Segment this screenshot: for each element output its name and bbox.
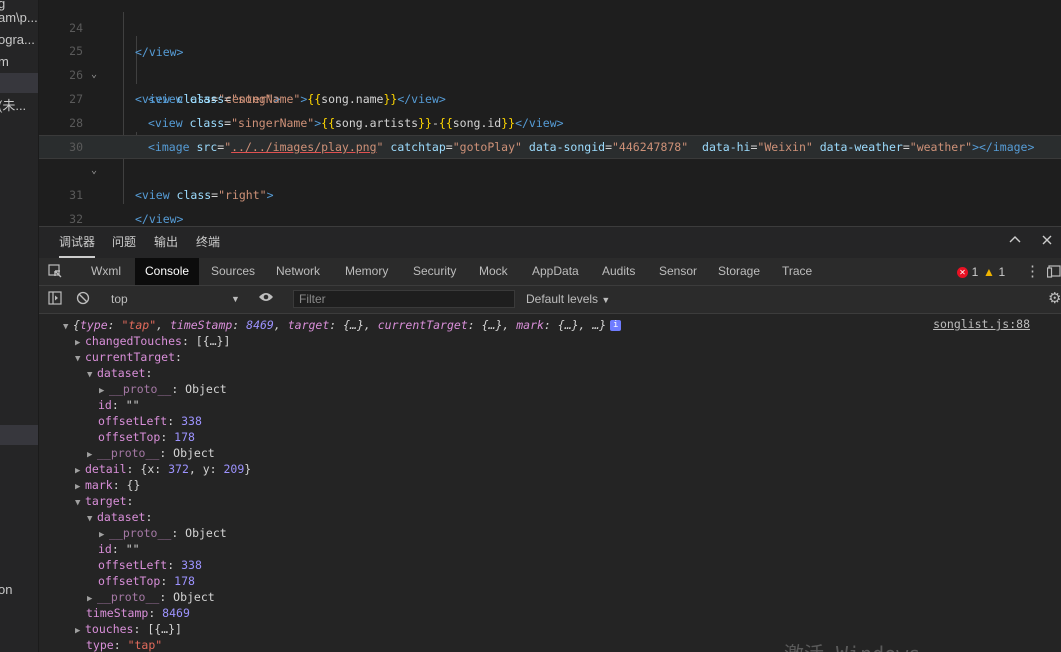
clear-console-icon[interactable] bbox=[76, 291, 90, 307]
code-line: 27 <view class="singerName">{{song.artis… bbox=[69, 92, 564, 130]
more-options-icon[interactable]: ⋮ bbox=[1025, 264, 1040, 280]
tree-row: offsetLeft: 338 bbox=[98, 558, 202, 572]
error-count[interactable]: ✕ 1 bbox=[957, 264, 978, 280]
tree-row: offsetTop: 178 bbox=[98, 574, 195, 588]
file-item[interactable]: (未... bbox=[0, 96, 38, 116]
tab-network[interactable]: Network bbox=[266, 258, 330, 285]
tree-row[interactable]: ▼ currentTarget: bbox=[75, 349, 182, 365]
file-item-selected[interactable]: l bbox=[0, 425, 38, 445]
tab-security[interactable]: Security bbox=[403, 258, 466, 285]
tree-row[interactable]: ▶ __proto__: Object bbox=[99, 381, 227, 397]
eye-icon[interactable] bbox=[258, 291, 274, 307]
console-toolbar: top ▼ Default levels ▼ ⚙ bbox=[39, 286, 1061, 314]
expanded-triangle-icon[interactable]: ▼ bbox=[63, 319, 73, 335]
tab-output[interactable]: 输出 bbox=[154, 227, 178, 258]
file-item[interactable]: m bbox=[0, 52, 38, 72]
windows-activation-watermark: 激活 Windows bbox=[784, 638, 920, 652]
code-line: 29 ⌄ <view class="right"> bbox=[39, 111, 1061, 202]
tree-row: type: "tap" bbox=[86, 638, 163, 652]
context-value: top bbox=[111, 292, 128, 306]
tab-appdata[interactable]: AppData bbox=[522, 258, 589, 285]
error-icon: ✕ bbox=[957, 267, 968, 279]
file-explorer-panel: g am\p... ogra... m (未... l on bbox=[0, 0, 39, 652]
tab-memory[interactable]: Memory bbox=[335, 258, 398, 285]
file-item[interactable]: am\p... bbox=[0, 8, 38, 28]
code-line-active: 30 <image src="../../images/play.png" ca… bbox=[39, 135, 1061, 159]
warning-icon: ▲ bbox=[983, 265, 995, 279]
tree-row[interactable]: ▶ detail: {x: 372, y: 209} bbox=[75, 461, 251, 477]
tab-storage[interactable]: Storage bbox=[708, 258, 770, 285]
info-icon[interactable]: i bbox=[610, 320, 622, 331]
tab-problems[interactable]: 问题 bbox=[112, 227, 136, 258]
tree-row[interactable]: ▶ __proto__: Object bbox=[99, 525, 227, 541]
tree-row: offsetTop: 178 bbox=[98, 430, 195, 444]
tree-row[interactable]: ▶ touches: [{…}] bbox=[75, 621, 182, 637]
tree-row[interactable]: ▶ __proto__: Object bbox=[87, 445, 215, 461]
debug-panel-tabs: 调试器 问题 输出 终端 bbox=[39, 226, 1061, 258]
tree-row: offsetLeft: 338 bbox=[98, 414, 202, 428]
sidebar-toggle-icon[interactable] bbox=[48, 291, 62, 307]
tree-row: id: "" bbox=[98, 542, 140, 556]
file-item[interactable]: ogra... bbox=[0, 30, 38, 50]
code-line: 28 </view> bbox=[69, 116, 183, 154]
devtools-tabs: Wxml Console Sources Network Memory Secu… bbox=[39, 258, 1061, 286]
code-line: 25 ⌄ <view class="center"> bbox=[69, 44, 281, 106]
tree-row[interactable]: ▼ dataset: bbox=[87, 509, 152, 525]
log-entry-event[interactable]: ▼ {type: "tap", timeStamp: 8469, target: … bbox=[63, 317, 622, 335]
log-levels-dropdown[interactable]: Default levels ▼ bbox=[526, 291, 610, 307]
code-line: 32 </view> bbox=[69, 212, 83, 226]
tree-row: timeStamp: 8469 bbox=[86, 606, 190, 620]
close-icon[interactable] bbox=[1039, 234, 1055, 250]
tab-terminal[interactable]: 终端 bbox=[196, 227, 220, 258]
dock-icon[interactable] bbox=[1046, 264, 1061, 280]
code-line: 31 </view> bbox=[69, 188, 184, 226]
console-output[interactable]: songlist.js:88 ▼ {type: "tap", timeStamp:… bbox=[39, 314, 1061, 652]
inspect-element-icon[interactable] bbox=[48, 264, 62, 280]
log-levels-value: Default levels bbox=[526, 292, 599, 306]
file-item-selected[interactable] bbox=[0, 73, 38, 93]
settings-gear-icon[interactable]: ⚙ bbox=[1048, 291, 1061, 307]
code-line: 33 </block> bbox=[39, 207, 1061, 226]
tab-wxml[interactable]: Wxml bbox=[81, 258, 131, 285]
tab-mock[interactable]: Mock bbox=[469, 258, 518, 285]
context-selector[interactable]: top ▼ bbox=[111, 291, 241, 307]
file-item[interactable]: on bbox=[0, 580, 38, 600]
tab-audits[interactable]: Audits bbox=[592, 258, 645, 285]
filter-input[interactable] bbox=[293, 290, 515, 308]
code-editor[interactable]: 24 </view> 25 ⌄ <view class="center"> 26… bbox=[39, 0, 1061, 226]
tree-row[interactable]: ▼ target: bbox=[75, 493, 133, 509]
tab-console[interactable]: Console bbox=[135, 258, 200, 285]
tree-row[interactable]: ▶ mark: {} bbox=[75, 477, 140, 493]
tab-trace[interactable]: Trace bbox=[772, 258, 822, 285]
tree-row[interactable]: ▼ dataset: bbox=[87, 365, 152, 381]
source-link[interactable]: songlist.js:88 bbox=[933, 317, 1030, 331]
tab-sensor[interactable]: Sensor bbox=[649, 258, 707, 285]
tab-debugger[interactable]: 调试器 bbox=[59, 227, 96, 258]
warning-count[interactable]: ▲ 1 bbox=[983, 264, 1005, 280]
tab-sources[interactable]: Sources bbox=[201, 258, 265, 285]
dropdown-arrow-icon: ▼ bbox=[601, 295, 611, 305]
code-line: 26 <view class="songName">{{song.name}}<… bbox=[69, 68, 446, 106]
dropdown-arrow-icon: ▼ bbox=[231, 294, 240, 304]
chevron-up-icon[interactable] bbox=[1007, 234, 1023, 250]
code-line: 24 </view> bbox=[69, 21, 184, 59]
tree-row[interactable]: ▶ __proto__: Object bbox=[87, 589, 215, 605]
tree-row: id: "" bbox=[98, 398, 140, 412]
tree-row[interactable]: ▶ changedTouches: [{…}] bbox=[75, 333, 230, 349]
